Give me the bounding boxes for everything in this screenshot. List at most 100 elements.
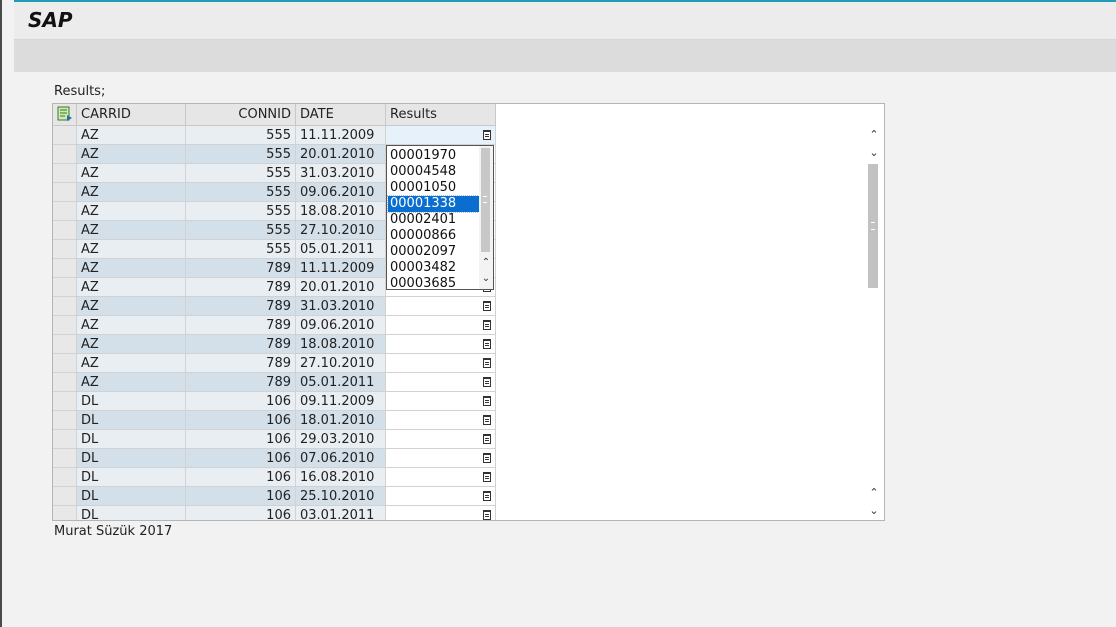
cell-carrid[interactable]: AZ (77, 335, 186, 354)
row-selector[interactable] (53, 373, 77, 392)
value-help-icon[interactable] (483, 320, 491, 330)
cell-connid[interactable]: 789 (186, 259, 296, 278)
dropdown-option[interactable]: 00002097 (388, 244, 479, 260)
cell-date[interactable]: 27.10.2010 (296, 354, 386, 373)
cell-carrid[interactable]: AZ (77, 354, 186, 373)
cell-carrid[interactable]: DL (77, 487, 186, 506)
cell-date[interactable]: 31.03.2010 (296, 164, 386, 183)
cell-results[interactable] (386, 411, 496, 430)
cell-results[interactable] (386, 316, 496, 335)
row-selector[interactable] (53, 297, 77, 316)
cell-carrid[interactable]: AZ (77, 316, 186, 335)
value-help-icon[interactable] (483, 396, 491, 406)
table-row[interactable]: AZ 789 31.03.2010 (53, 297, 496, 316)
dropdown-option[interactable]: 00003685 (388, 276, 479, 289)
cell-connid[interactable]: 106 (186, 411, 296, 430)
cell-carrid[interactable]: AZ (77, 164, 186, 183)
cell-carrid[interactable]: AZ (77, 240, 186, 259)
cell-connid[interactable]: 555 (186, 221, 296, 240)
value-help-icon[interactable] (483, 301, 491, 311)
row-selector[interactable] (53, 126, 77, 145)
cell-results[interactable] (386, 468, 496, 487)
table-row[interactable]: AZ 789 05.01.2011 (53, 373, 496, 392)
cell-date[interactable]: 16.08.2010 (296, 468, 386, 487)
row-selector[interactable] (53, 221, 77, 240)
table-row[interactable]: AZ 555 11.11.2009 (53, 126, 496, 145)
cell-date[interactable]: 18.08.2010 (296, 335, 386, 354)
row-selector[interactable] (53, 468, 77, 487)
cell-connid[interactable]: 789 (186, 373, 296, 392)
dropdown-option[interactable]: 00003482 (388, 260, 479, 276)
dropdown-scrollbar[interactable]: ⌃ ⌄ (479, 146, 493, 289)
cell-date[interactable]: 11.11.2009 (296, 126, 386, 145)
cell-results[interactable] (386, 392, 496, 411)
select-all-button[interactable] (53, 104, 77, 126)
cell-connid[interactable]: 789 (186, 354, 296, 373)
value-help-icon[interactable] (483, 415, 491, 425)
table-row[interactable]: AZ 789 18.08.2010 (53, 335, 496, 354)
dropdown-option[interactable]: 00004548 (388, 164, 479, 180)
cell-carrid[interactable]: DL (77, 506, 186, 520)
dropdown-option[interactable]: 00001338 (387, 195, 480, 213)
table-row[interactable]: AZ 789 27.10.2010 (53, 354, 496, 373)
cell-date[interactable]: 09.11.2009 (296, 392, 386, 411)
cell-results[interactable] (386, 335, 496, 354)
row-selector[interactable] (53, 411, 77, 430)
cell-date[interactable]: 25.10.2010 (296, 487, 386, 506)
scroll-up-button[interactable]: ⌃ (868, 128, 880, 142)
row-selector[interactable] (53, 354, 77, 373)
cell-results[interactable] (386, 354, 496, 373)
dropdown-scroll-down-button[interactable]: ⌄ (480, 272, 492, 286)
cell-carrid[interactable]: DL (77, 449, 186, 468)
row-selector[interactable] (53, 278, 77, 297)
column-header-connid[interactable]: CONNID (186, 104, 296, 126)
cell-date[interactable]: 05.01.2011 (296, 373, 386, 392)
value-help-icon[interactable] (483, 339, 491, 349)
page-down-button[interactable]: ⌄ (868, 504, 880, 518)
row-selector[interactable] (53, 392, 77, 411)
cell-connid[interactable]: 555 (186, 145, 296, 164)
row-selector[interactable] (53, 145, 77, 164)
dropdown-option[interactable]: 00001970 (388, 148, 479, 164)
value-help-icon[interactable] (483, 130, 491, 140)
cell-results[interactable] (386, 373, 496, 392)
cell-date[interactable]: 18.08.2010 (296, 202, 386, 221)
cell-connid[interactable]: 106 (186, 430, 296, 449)
scrollbar-thumb[interactable] (868, 164, 878, 288)
dropdown-option[interactable]: 00001050 (388, 180, 479, 196)
page-up-button[interactable]: ⌃ (868, 486, 880, 500)
cell-date[interactable]: 03.01.2011 (296, 506, 386, 520)
cell-results[interactable] (386, 430, 496, 449)
value-help-icon[interactable] (483, 491, 491, 501)
cell-date[interactable]: 07.06.2010 (296, 449, 386, 468)
cell-date[interactable]: 27.10.2010 (296, 221, 386, 240)
cell-connid[interactable]: 106 (186, 468, 296, 487)
table-row[interactable]: DL 106 29.03.2010 (53, 430, 496, 449)
results-dropdown-list[interactable]: 00001970 00004548 00001050 00001338 00002401… (386, 145, 494, 290)
cell-carrid[interactable]: DL (77, 392, 186, 411)
table-row[interactable]: DL 106 07.06.2010 (53, 449, 496, 468)
row-selector[interactable] (53, 316, 77, 335)
row-selector[interactable] (53, 240, 77, 259)
cell-connid[interactable]: 555 (186, 202, 296, 221)
cell-connid[interactable]: 789 (186, 278, 296, 297)
table-row[interactable]: DL 106 16.08.2010 (53, 468, 496, 487)
cell-carrid[interactable]: AZ (77, 183, 186, 202)
cell-date[interactable]: 18.01.2010 (296, 411, 386, 430)
cell-connid[interactable]: 106 (186, 506, 296, 520)
cell-carrid[interactable]: AZ (77, 202, 186, 221)
value-help-icon[interactable] (483, 510, 491, 520)
cell-carrid[interactable]: AZ (77, 297, 186, 316)
row-selector[interactable] (53, 183, 77, 202)
dropdown-option[interactable]: 00002401 (388, 212, 479, 228)
cell-results[interactable] (386, 487, 496, 506)
cell-carrid[interactable]: DL (77, 468, 186, 487)
table-row[interactable]: DL 106 03.01.2011 (53, 506, 496, 520)
value-help-icon[interactable] (483, 358, 491, 368)
cell-date[interactable]: 31.03.2010 (296, 297, 386, 316)
cell-results[interactable] (386, 126, 496, 145)
row-selector[interactable] (53, 449, 77, 468)
cell-connid[interactable]: 555 (186, 183, 296, 202)
value-help-icon[interactable] (483, 472, 491, 482)
cell-date[interactable]: 20.01.2010 (296, 278, 386, 297)
